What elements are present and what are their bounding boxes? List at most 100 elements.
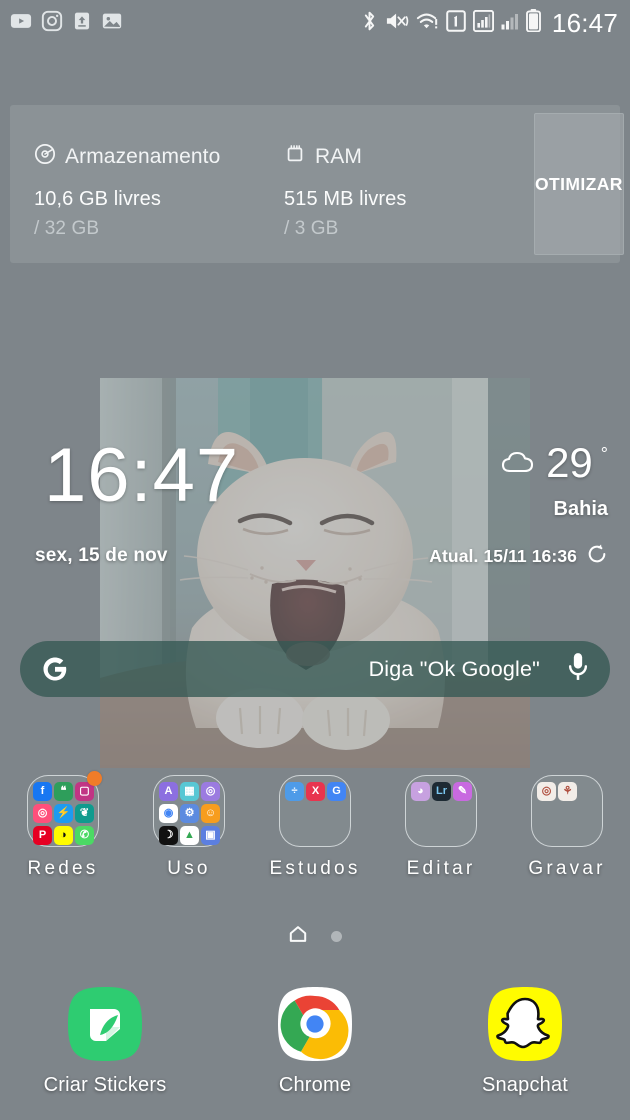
status-system-icons: 16:47	[361, 9, 618, 38]
status-bar-clock: 16:47	[551, 8, 618, 38]
ram-column: RAM 515 MB livres / 3 GB	[284, 143, 534, 263]
home-icon[interactable]	[289, 925, 307, 948]
calendar-icon: ▦	[180, 781, 199, 801]
dock-item-criar-stickers[interactable]: Criar Stickers	[0, 985, 210, 1110]
weather-updated-text: Atual. 15/11 16:36	[429, 546, 577, 566]
youtube-icon	[10, 10, 32, 37]
dock-label-snapchat: Snapchat	[481, 1074, 569, 1096]
folder-editar[interactable]: ◕ Lr ✎ Editar	[378, 775, 504, 885]
upload-icon	[72, 10, 92, 37]
page-dot-2[interactable]	[330, 931, 342, 942]
weather-temp-row: 29 °	[500, 442, 608, 484]
search-placeholder: Diga "Ok Google"	[368, 656, 540, 681]
contacts-icon: ☺	[201, 803, 220, 823]
moon-icon: ☽	[159, 825, 178, 845]
folder-label-estudos: Estudos	[269, 858, 361, 879]
gallery-icon	[101, 10, 123, 37]
color-wheel-icon: ◕	[411, 781, 430, 801]
facebook-icon: f	[33, 781, 52, 801]
folder-preview-editar[interactable]: ◕ Lr ✎	[405, 775, 477, 847]
ram-chip-icon	[284, 143, 306, 170]
folder-preview-gravar[interactable]: ◎ ⚘	[531, 775, 603, 847]
ram-free: 515 MB livres	[284, 188, 407, 210]
clock-weather-widget[interactable]: 16:47 sex, 15 de nov 29 ° Bahia Atual. 1…	[0, 430, 630, 590]
dock-item-snapchat[interactable]: Snapchat	[420, 985, 630, 1110]
microphone-icon[interactable]	[566, 652, 590, 687]
status-bar: 16:47	[0, 0, 630, 46]
google-drive-icon: ▲	[180, 825, 199, 845]
ram-title: RAM	[315, 144, 362, 168]
storage-title: Armazenamento	[65, 144, 221, 168]
signal-bars-icon	[472, 9, 494, 37]
sticker-maker-icon	[66, 985, 144, 1063]
degree-symbol: °	[600, 444, 608, 464]
status-notification-icons	[10, 10, 123, 37]
home-screen: 16:47 Armazenamento 10,6 GB livres / 32 …	[0, 0, 630, 1120]
ram-total: / 3 GB	[284, 218, 339, 239]
storage-total: / 32 GB	[34, 218, 100, 239]
messenger-icon: ⚡	[54, 803, 73, 823]
amino-icon: A	[159, 781, 178, 801]
clock-date: sex, 15 de nov	[35, 545, 168, 566]
folder-redes[interactable]: f ❝ ▢ ◎ ⚡ ❦ P ◑ ✆ Redes	[0, 771, 126, 885]
optimize-button[interactable]: OTIMIZAR	[534, 113, 624, 255]
snapchat-icon: ◑	[54, 825, 73, 845]
storage-disc-icon	[34, 143, 56, 170]
whatsapp-business-icon: ❝	[54, 781, 73, 801]
chrome-icon: ◉	[159, 803, 178, 823]
page-indicator	[0, 925, 630, 948]
camera-icon: ◎	[201, 781, 220, 801]
folder-uso[interactable]: A ▦ ◎ ◉ ⚙ ☺ ☽ ▲ ▣ Uso	[126, 775, 252, 885]
lightroom-icon: Lr	[432, 781, 451, 801]
folder-preview-uso[interactable]: A ▦ ◎ ◉ ⚙ ☺ ☽ ▲ ▣	[153, 775, 225, 847]
storage-header: Armazenamento	[34, 143, 284, 170]
google-g-icon	[40, 654, 70, 684]
snapchat-icon	[486, 985, 564, 1063]
photo-editor-icon: ◎	[33, 803, 52, 823]
picsart-icon: ✎	[453, 781, 472, 801]
storage-column: Armazenamento 10,6 GB livres / 32 GB	[34, 143, 284, 263]
notification-badge	[87, 771, 102, 786]
folder-row: f ❝ ▢ ◎ ⚡ ❦ P ◑ ✆ Redes A ▦ ◎ ◉ ⚙ ☺ ☽ ▲ ▣ Uso ÷ X G Estudos ◕ Lr ✎…	[0, 771, 630, 885]
google-translate-icon: G	[327, 781, 346, 801]
bluetooth-icon	[361, 9, 378, 38]
dock-item-chrome[interactable]: Chrome	[210, 985, 420, 1110]
wifi-alert-icon	[416, 10, 439, 37]
system-widget-columns: Armazenamento 10,6 GB livres / 32 GB RAM…	[10, 105, 534, 263]
refresh-icon[interactable]	[586, 543, 608, 570]
dock-label-chrome: Chrome	[278, 1074, 352, 1096]
voice-memo-icon: ⚘	[558, 781, 577, 801]
sim-1-icon	[446, 9, 466, 37]
folder-estudos[interactable]: ÷ X G Estudos	[252, 775, 378, 885]
mute-vibrate-icon	[385, 10, 409, 37]
instagram-icon	[41, 10, 63, 37]
weather-city: Bahia	[553, 498, 608, 520]
chrome-icon	[276, 985, 354, 1063]
system-manager-widget[interactable]: Armazenamento 10,6 GB livres / 32 GB RAM…	[10, 105, 624, 263]
settings-icon: ⚙	[180, 803, 199, 823]
excel-icon: X	[306, 781, 325, 801]
photomath-icon: ÷	[285, 781, 304, 801]
folder-label-editar: Editar	[406, 858, 476, 879]
clock-time: 16:47	[44, 433, 240, 518]
folder-preview-estudos[interactable]: ÷ X G	[279, 775, 351, 847]
weather-updated-row[interactable]: Atual. 15/11 16:36	[429, 543, 608, 570]
whatsapp-icon: ✆	[75, 825, 94, 845]
folder-label-gravar: Gravar	[528, 858, 606, 879]
screen-recorder-icon: ▣	[201, 825, 220, 845]
folder-gravar[interactable]: ◎ ⚘ Gravar	[504, 775, 630, 885]
dock-label-criar-stickers: Criar Stickers	[43, 1074, 167, 1096]
folder-label-uso: Uso	[167, 858, 211, 879]
google-search-bar[interactable]: Diga "Ok Google"	[20, 641, 610, 697]
weather-temperature: 29	[546, 439, 593, 486]
pinterest-icon: P	[33, 825, 52, 845]
ram-header: RAM	[284, 143, 534, 170]
folder-preview-redes[interactable]: f ❝ ▢ ◎ ⚡ ❦ P ◑ ✆	[27, 771, 102, 847]
battery-icon	[525, 9, 541, 37]
dock: Criar Stickers Chrome Snapchat	[0, 985, 630, 1110]
signal-bars-2-icon	[501, 10, 519, 37]
cloud-icon	[500, 450, 538, 481]
storage-free: 10,6 GB livres	[34, 188, 162, 210]
recorder-icon: ◎	[537, 781, 556, 801]
weather-block[interactable]: 29 ° Bahia	[500, 442, 608, 521]
